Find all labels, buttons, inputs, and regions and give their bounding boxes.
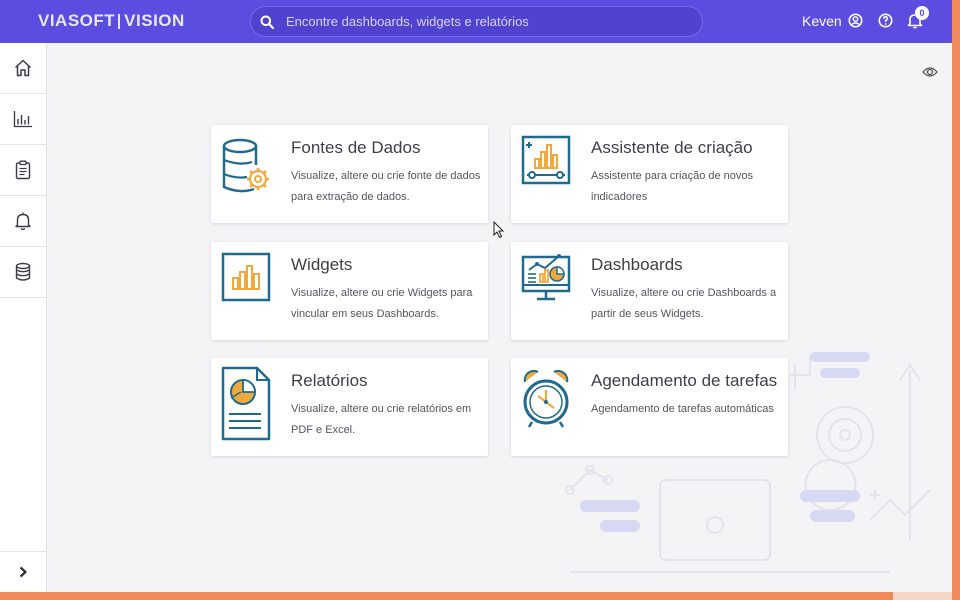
card-agendamento-de-tarefas[interactable]: Agendamento de tarefas Agendamento de ta… <box>511 358 788 456</box>
card-widgets[interactable]: Widgets Visualize, altere ou crie Widget… <box>211 242 488 340</box>
sidebar-item-reports[interactable] <box>0 145 46 196</box>
card-title: Dashboards <box>591 255 683 274</box>
card-description: Visualize, altere ou crie Dashboards a p… <box>591 287 777 320</box>
card-title: Widgets <box>291 255 353 274</box>
mouse-cursor-icon <box>493 221 505 239</box>
notification-count-badge: 0 <box>915 6 929 20</box>
help-icon[interactable] <box>878 13 893 28</box>
sidebar-item-charts[interactable] <box>0 94 46 145</box>
card-description: Visualize, altere ou crie Widgets para v… <box>291 287 473 320</box>
sidebar-item-notifications[interactable] <box>0 196 46 247</box>
bottom-accent-strip-light <box>893 592 952 600</box>
dashboard-monitor-icon <box>521 254 571 301</box>
database-icon <box>15 262 31 281</box>
logo-text-vision: VISION <box>124 11 185 30</box>
alarm-clock-icon <box>523 369 569 428</box>
search-icon <box>260 15 274 29</box>
card-title: Fontes de Dados <box>291 138 421 157</box>
logo-separator <box>118 13 121 29</box>
card-title: Assistente de criação <box>591 138 753 157</box>
home-icon <box>14 59 32 77</box>
search-bar[interactable] <box>250 6 703 37</box>
bar-chart-icon <box>13 111 32 128</box>
card-description: Assistente para criação de novos indicad… <box>591 170 754 203</box>
card-description: Visualize, altere ou crie fonte de dados… <box>291 170 481 203</box>
card-assistente-de-criacao[interactable]: Assistente de criação Assistente para cr… <box>511 125 788 223</box>
card-fontes-de-dados[interactable]: Fontes de Dados Visualize, altere ou cri… <box>211 125 488 223</box>
bottom-accent-strip <box>0 592 893 600</box>
eye-icon[interactable] <box>922 66 938 78</box>
widget-chart-icon <box>221 252 271 302</box>
search-input[interactable] <box>286 14 686 29</box>
top-bar: VIASOFT VISION Keven 0 <box>0 0 952 43</box>
user-name[interactable]: Keven <box>802 13 842 29</box>
app-logo[interactable]: VIASOFT VISION <box>38 11 185 31</box>
card-description: Visualize, altere ou crie relatórios em … <box>291 403 472 436</box>
chart-wizard-icon <box>521 135 571 185</box>
sidebar-item-data-sources[interactable] <box>0 247 46 298</box>
sidebar <box>0 43 47 592</box>
logo-text-viasoft: VIASOFT <box>38 11 116 30</box>
database-gear-icon <box>222 138 269 193</box>
card-dashboards[interactable]: Dashboards Visualize, altere ou crie Das… <box>511 242 788 340</box>
user-account-icon[interactable] <box>848 13 863 28</box>
clipboard-icon <box>15 160 31 180</box>
card-title: Relatórios <box>291 371 368 390</box>
bell-icon <box>15 212 31 231</box>
card-title: Agendamento de tarefas <box>591 371 778 390</box>
card-description: Agendamento de tarefas automáticas <box>591 403 774 415</box>
chevron-right-icon <box>19 566 27 578</box>
report-document-icon <box>221 366 271 441</box>
sidebar-expand-button[interactable] <box>0 551 46 592</box>
right-accent-strip <box>952 0 960 600</box>
sidebar-item-home[interactable] <box>0 43 46 94</box>
card-relatorios[interactable]: Relatórios Visualize, altere ou crie rel… <box>211 358 488 456</box>
